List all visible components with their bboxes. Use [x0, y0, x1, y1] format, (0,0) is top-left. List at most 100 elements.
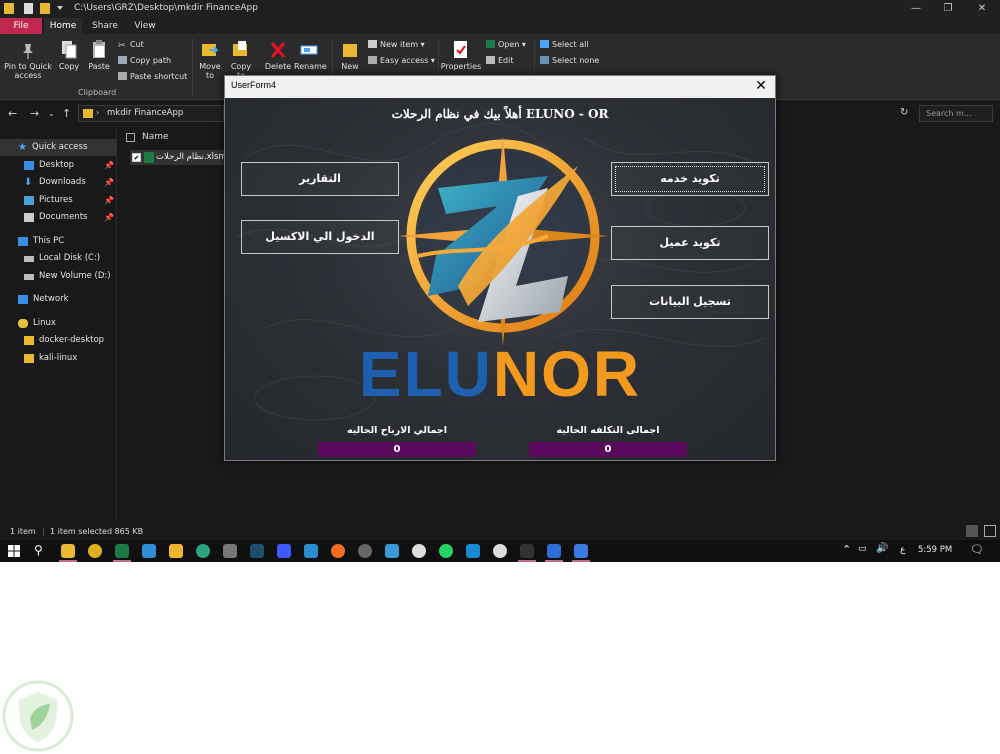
properties-quick-icon[interactable] [24, 3, 33, 14]
file-explorer-icon[interactable] [61, 544, 75, 558]
close-button[interactable]: ✕ [966, 0, 998, 18]
nav-item-docker-desktop[interactable]: docker-desktop [0, 332, 117, 349]
nav-item-desktop[interactable]: Desktop 📌 [0, 157, 117, 174]
refresh-icon[interactable]: ↻ [900, 107, 908, 118]
folder-icon [4, 3, 14, 14]
reports-button[interactable]: التقارير [241, 162, 399, 196]
volume-icon[interactable]: 🔊 [876, 543, 888, 554]
pin-quick-access-button[interactable]: Pin to Quick access [4, 42, 52, 80]
record-icon[interactable] [412, 544, 426, 558]
data-entry-button[interactable]: تسجيل البيانات [611, 285, 769, 319]
app-icon[interactable] [142, 544, 156, 558]
nav-item-documents[interactable]: Documents 📌 [0, 209, 117, 226]
desktop-icon [24, 161, 34, 170]
easy-access-button[interactable]: Easy access ▾ [368, 56, 435, 66]
calculator-icon[interactable] [223, 544, 237, 558]
new-folder-quick-icon[interactable] [40, 3, 50, 14]
network-icon[interactable]: ▭ [858, 544, 867, 554]
nav-item-network[interactable]: Network [0, 291, 117, 308]
whatsapp-icon[interactable] [439, 544, 453, 558]
app-icon[interactable] [277, 544, 291, 558]
nav-item-local-disk[interactable]: Local Disk (C:) [0, 250, 117, 267]
chevron-down-icon[interactable] [57, 6, 63, 10]
nav-item-downloads[interactable]: ⬇ Downloads 📌 [0, 174, 117, 191]
chevron-up-icon[interactable]: ⌃ [842, 543, 851, 556]
openai-icon[interactable] [358, 544, 372, 558]
select-all-button[interactable]: Select all [540, 40, 589, 50]
status-divider: | [42, 527, 45, 536]
chevron-down-icon[interactable]: ⌄ [48, 109, 55, 118]
file-name: نظام الرحلات.xlsm [156, 152, 227, 162]
tab-home[interactable]: Home [44, 18, 82, 34]
excel-login-button[interactable]: الدخول الي الاكسيل [241, 220, 399, 254]
language-indicator[interactable]: ع [900, 545, 905, 555]
paste-shortcut-button[interactable]: Paste shortcut [118, 72, 187, 82]
edit-button[interactable]: Edit [486, 56, 514, 66]
drive-icon [24, 274, 34, 280]
select-none-button[interactable]: Select none [540, 56, 599, 66]
tab-view[interactable]: View [128, 18, 162, 34]
file-row[interactable]: ✔ نظام الرحلات.xlsm [130, 150, 238, 165]
chrome-icon[interactable] [88, 544, 102, 558]
ribbon-tabs: File Home Share View [0, 18, 1000, 34]
terminal-icon[interactable] [250, 544, 264, 558]
back-arrow-icon[interactable]: ← [8, 107, 17, 120]
copy-button[interactable]: Copy [56, 40, 82, 71]
notification-icon[interactable]: 🗨 [970, 543, 984, 556]
new-folder-button[interactable]: New [336, 40, 364, 71]
status-bar: 1 item | 1 item selected 865 KB [0, 522, 1000, 540]
copy-to-button[interactable]: Copy to [228, 40, 254, 80]
app-icon[interactable] [520, 544, 534, 558]
minimize-button[interactable]: — [900, 0, 932, 18]
address-bar[interactable]: › mkdir FinanceApp [78, 105, 224, 122]
nav-item-kali-linux[interactable]: kali-linux [0, 350, 117, 367]
excel-icon[interactable] [115, 544, 129, 558]
nav-item-quick-access[interactable]: ★ Quick access [0, 139, 117, 156]
easy-access-icon [368, 56, 377, 64]
restore-button[interactable]: ❐ [932, 0, 964, 18]
paste-button[interactable]: Paste [86, 40, 112, 71]
firefox-icon[interactable] [331, 544, 345, 558]
search-icon[interactable]: ⚲ [34, 543, 43, 557]
vscode-icon[interactable] [466, 544, 480, 558]
new-item-button[interactable]: New item ▾ [368, 40, 425, 50]
new-folder-icon [343, 44, 357, 57]
app-icon[interactable] [385, 544, 399, 558]
client-code-button[interactable]: تكويد عميل [611, 226, 769, 260]
copy-path-button[interactable]: Copy path [118, 56, 171, 66]
file-checkbox[interactable]: ✔ [132, 153, 141, 162]
column-header-name[interactable]: Name [142, 132, 169, 142]
cost-total-label: اجمالى التكلفه الحاليه [556, 425, 660, 436]
properties-button[interactable]: Properties [440, 40, 482, 71]
nav-item-linux[interactable]: Linux [0, 315, 117, 332]
close-icon[interactable]: ✕ [751, 77, 771, 95]
app-icon[interactable] [304, 544, 318, 558]
clock[interactable]: 5:59 PM [918, 545, 952, 555]
nav-item-new-volume[interactable]: New Volume (D:) [0, 268, 117, 285]
cut-button[interactable]: ✂ Cut [118, 40, 144, 51]
app-icon[interactable] [547, 544, 561, 558]
service-code-button[interactable]: تكويد خدمه [611, 162, 769, 196]
google-drive-icon[interactable] [169, 544, 183, 558]
windows-start-icon[interactable] [8, 545, 20, 557]
tab-file[interactable]: File [0, 18, 42, 34]
chatgpt-icon[interactable] [196, 544, 210, 558]
desktop-screen: C:\Users\GRZ\Desktop\mkdir FinanceApp — … [0, 0, 1000, 562]
forward-arrow-icon[interactable]: → [30, 107, 39, 120]
select-all-checkbox[interactable] [126, 133, 135, 142]
excel-icon [486, 40, 495, 48]
up-arrow-icon[interactable]: ↑ [62, 107, 71, 120]
download-icon: ⬇ [24, 177, 33, 188]
rename-button[interactable]: Rename [294, 40, 327, 71]
tiles-view-icon[interactable] [984, 525, 996, 537]
details-view-icon[interactable] [966, 525, 978, 537]
delete-button[interactable]: Delete [264, 40, 292, 71]
app-icon[interactable] [574, 544, 588, 558]
record-icon[interactable] [493, 544, 507, 558]
move-to-button[interactable]: Move to [197, 40, 223, 80]
tab-share[interactable]: Share [88, 18, 122, 34]
nav-item-pictures[interactable]: Pictures 📌 [0, 192, 117, 209]
nav-item-this-pc[interactable]: This PC [0, 233, 117, 250]
search-input[interactable]: Search m... [919, 105, 993, 122]
open-button[interactable]: Open ▾ [486, 40, 526, 50]
